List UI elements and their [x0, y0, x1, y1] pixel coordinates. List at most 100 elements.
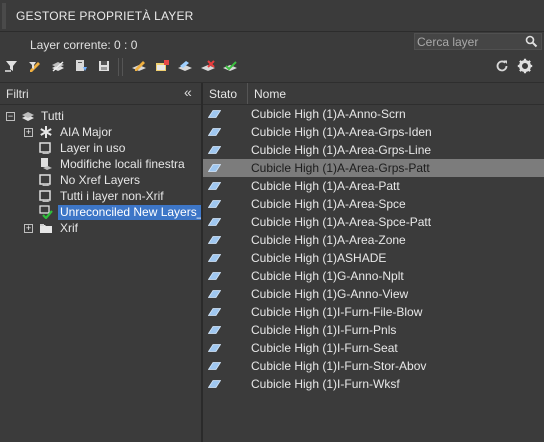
- layer-name: Cubicle High (1)ASHADE: [251, 251, 387, 265]
- filter-item-label: Tutti i layer non-Xrif: [60, 189, 164, 203]
- table-row[interactable]: Cubicle High (1)I-Furn-File-Blow: [203, 303, 544, 321]
- table-row[interactable]: Cubicle High (1)A-Anno-Scrn: [203, 105, 544, 123]
- filter-item-unreconciled[interactable]: Unreconciled New Layers_: [0, 205, 206, 221]
- new-group-filter-icon[interactable]: [27, 58, 43, 74]
- table-row[interactable]: Cubicle High (1)I-Furn-Wksf: [203, 375, 544, 393]
- table-row[interactable]: Cubicle High (1)I-Furn-Seat: [203, 339, 544, 357]
- layer-states-restore-icon[interactable]: [96, 58, 112, 74]
- layer-status-icon: [208, 217, 221, 227]
- layer-name: Cubicle High (1)G-Anno-Nplt: [251, 269, 404, 283]
- expand-toggle[interactable]: +: [24, 224, 33, 233]
- filter-item-no-xref[interactable]: No Xref Layers: [0, 173, 201, 189]
- layer-status-icon: [208, 199, 221, 209]
- new-layer-icon[interactable]: [131, 58, 147, 74]
- layer-name: Cubicle High (1)I-Furn-Wksf: [251, 377, 400, 391]
- filter-item-label: Tutti: [41, 109, 64, 123]
- filter-header: Filtri «: [0, 83, 201, 105]
- layer-states-save-icon[interactable]: [73, 58, 89, 74]
- layer-states-manager-icon[interactable]: [50, 58, 66, 74]
- filter-item-label: No Xref Layers: [60, 173, 141, 187]
- layer-status-icon: [208, 163, 221, 173]
- table-row[interactable]: Cubicle High (1)A-Area-Grps-Iden: [203, 123, 544, 141]
- toolbar-separator: [122, 58, 123, 76]
- layer-name: Cubicle High (1)A-Area-Patt: [251, 179, 400, 193]
- collapse-toggle[interactable]: −: [6, 112, 15, 121]
- layer-name: Cubicle High (1)A-Area-Zone: [251, 233, 406, 247]
- layer-name: Cubicle High (1)A-Area-Grps-Line: [251, 143, 432, 157]
- filter-item-label: Xrif: [60, 221, 78, 235]
- layer-status-icon: [208, 289, 221, 299]
- table-row[interactable]: Cubicle High (1)I-Furn-Pnls: [203, 321, 544, 339]
- table-row[interactable]: Cubicle High (1)A-Area-Spce-Patt: [203, 213, 544, 231]
- table-row[interactable]: Cubicle High (1)A-Area-Spce: [203, 195, 544, 213]
- layer-status-icon: [208, 343, 221, 353]
- new-vp-frozen-layer-icon[interactable]: [154, 58, 170, 74]
- table-row[interactable]: Cubicle High (1)A-Area-Grps-Patt: [203, 159, 544, 177]
- layer-status-icon: [208, 307, 221, 317]
- filter-item-layer-in-uso[interactable]: Layer in uso: [0, 141, 201, 157]
- layer-name: Cubicle High (1)A-Area-Grps-Iden: [251, 125, 432, 139]
- layer-name: Cubicle High (1)A-Area-Spce: [251, 197, 406, 211]
- all-layers-icon: [21, 109, 35, 123]
- delete-layer-icon[interactable]: [177, 58, 193, 74]
- refresh-layer-icon[interactable]: [222, 58, 238, 74]
- search-box[interactable]: [414, 33, 542, 50]
- table-row[interactable]: Cubicle High (1)ASHADE: [203, 249, 544, 267]
- filter-icon: [39, 173, 53, 187]
- palette-grip[interactable]: [2, 3, 6, 29]
- filter-item-label: Modifiche locali finestra: [60, 157, 185, 171]
- layer-name: Cubicle High (1)I-Furn-File-Blow: [251, 305, 423, 319]
- layer-name: Cubicle High (1)A-Area-Spce-Patt: [251, 215, 432, 229]
- filter-item-xrif[interactable]: + Xrif: [0, 221, 201, 237]
- column-header-nome[interactable]: Nome: [254, 87, 286, 101]
- layer-status-icon: [208, 127, 221, 137]
- collapse-filter-icon[interactable]: «: [184, 84, 192, 100]
- refresh-icon[interactable]: [494, 58, 510, 74]
- set-current-layer-icon[interactable]: [200, 58, 216, 74]
- new-property-filter-icon[interactable]: [4, 58, 20, 74]
- filter-icon: [39, 141, 53, 155]
- layer-status-icon: [208, 109, 221, 119]
- asterisk-filter-icon: [39, 125, 53, 139]
- filter-item-aia-major[interactable]: + AIA Major: [0, 125, 201, 141]
- current-layer-label: Layer corrente: 0 : 0: [30, 38, 138, 52]
- table-row[interactable]: Cubicle High (1)G-Anno-Nplt: [203, 267, 544, 285]
- layer-status-icon: [208, 361, 221, 371]
- gear-icon[interactable]: [517, 58, 533, 74]
- column-header-stato[interactable]: Stato: [209, 87, 237, 101]
- layer-name: Cubicle High (1)I-Furn-Stor-Abov: [251, 359, 427, 373]
- search-icon[interactable]: [525, 35, 538, 48]
- layer-status-icon: [208, 379, 221, 389]
- layer-name: Cubicle High (1)A-Anno-Scrn: [251, 107, 406, 121]
- layer-name: Cubicle High (1)A-Area-Grps-Patt: [251, 161, 430, 175]
- layer-list-header: Stato Nome: [203, 83, 544, 105]
- filter-item-non-xrif[interactable]: Tutti i layer non-Xrif: [0, 189, 201, 205]
- table-row[interactable]: Cubicle High (1)A-Area-Zone: [203, 231, 544, 249]
- viewport-filter-icon: [39, 157, 53, 171]
- layer-status-icon: [208, 181, 221, 191]
- layer-toolbar: [0, 56, 544, 78]
- filter-header-label: Filtri: [6, 87, 29, 101]
- toolbar-separator: [118, 58, 119, 76]
- title-bar[interactable]: GESTORE PROPRIETÀ LAYER: [0, 0, 544, 32]
- table-row[interactable]: Cubicle High (1)I-Furn-Stor-Abov: [203, 357, 544, 375]
- table-row[interactable]: Cubicle High (1)G-Anno-View: [203, 285, 544, 303]
- filter-icon: [39, 189, 53, 203]
- search-input[interactable]: [417, 34, 525, 49]
- filter-item-label: AIA Major: [60, 125, 113, 139]
- unreconciled-check-icon: [39, 205, 53, 219]
- filter-tree-panel: Filtri « − Tutti + AIA Major Layer in us…: [0, 83, 206, 442]
- xref-folder-icon: [39, 221, 53, 235]
- layer-status-icon: [208, 235, 221, 245]
- layer-name: Cubicle High (1)I-Furn-Pnls: [251, 323, 397, 337]
- filter-item-modifiche-locali[interactable]: Modifiche locali finestra: [0, 157, 201, 173]
- layer-name: Cubicle High (1)I-Furn-Seat: [251, 341, 398, 355]
- expand-toggle[interactable]: +: [24, 128, 33, 137]
- column-separator[interactable]: [247, 83, 248, 104]
- layer-status-icon: [208, 145, 221, 155]
- layer-name: Cubicle High (1)G-Anno-View: [251, 287, 409, 301]
- filter-item-tutti[interactable]: − Tutti: [0, 109, 201, 125]
- layer-status-icon: [208, 253, 221, 263]
- table-row[interactable]: Cubicle High (1)A-Area-Grps-Line: [203, 141, 544, 159]
- table-row[interactable]: Cubicle High (1)A-Area-Patt: [203, 177, 544, 195]
